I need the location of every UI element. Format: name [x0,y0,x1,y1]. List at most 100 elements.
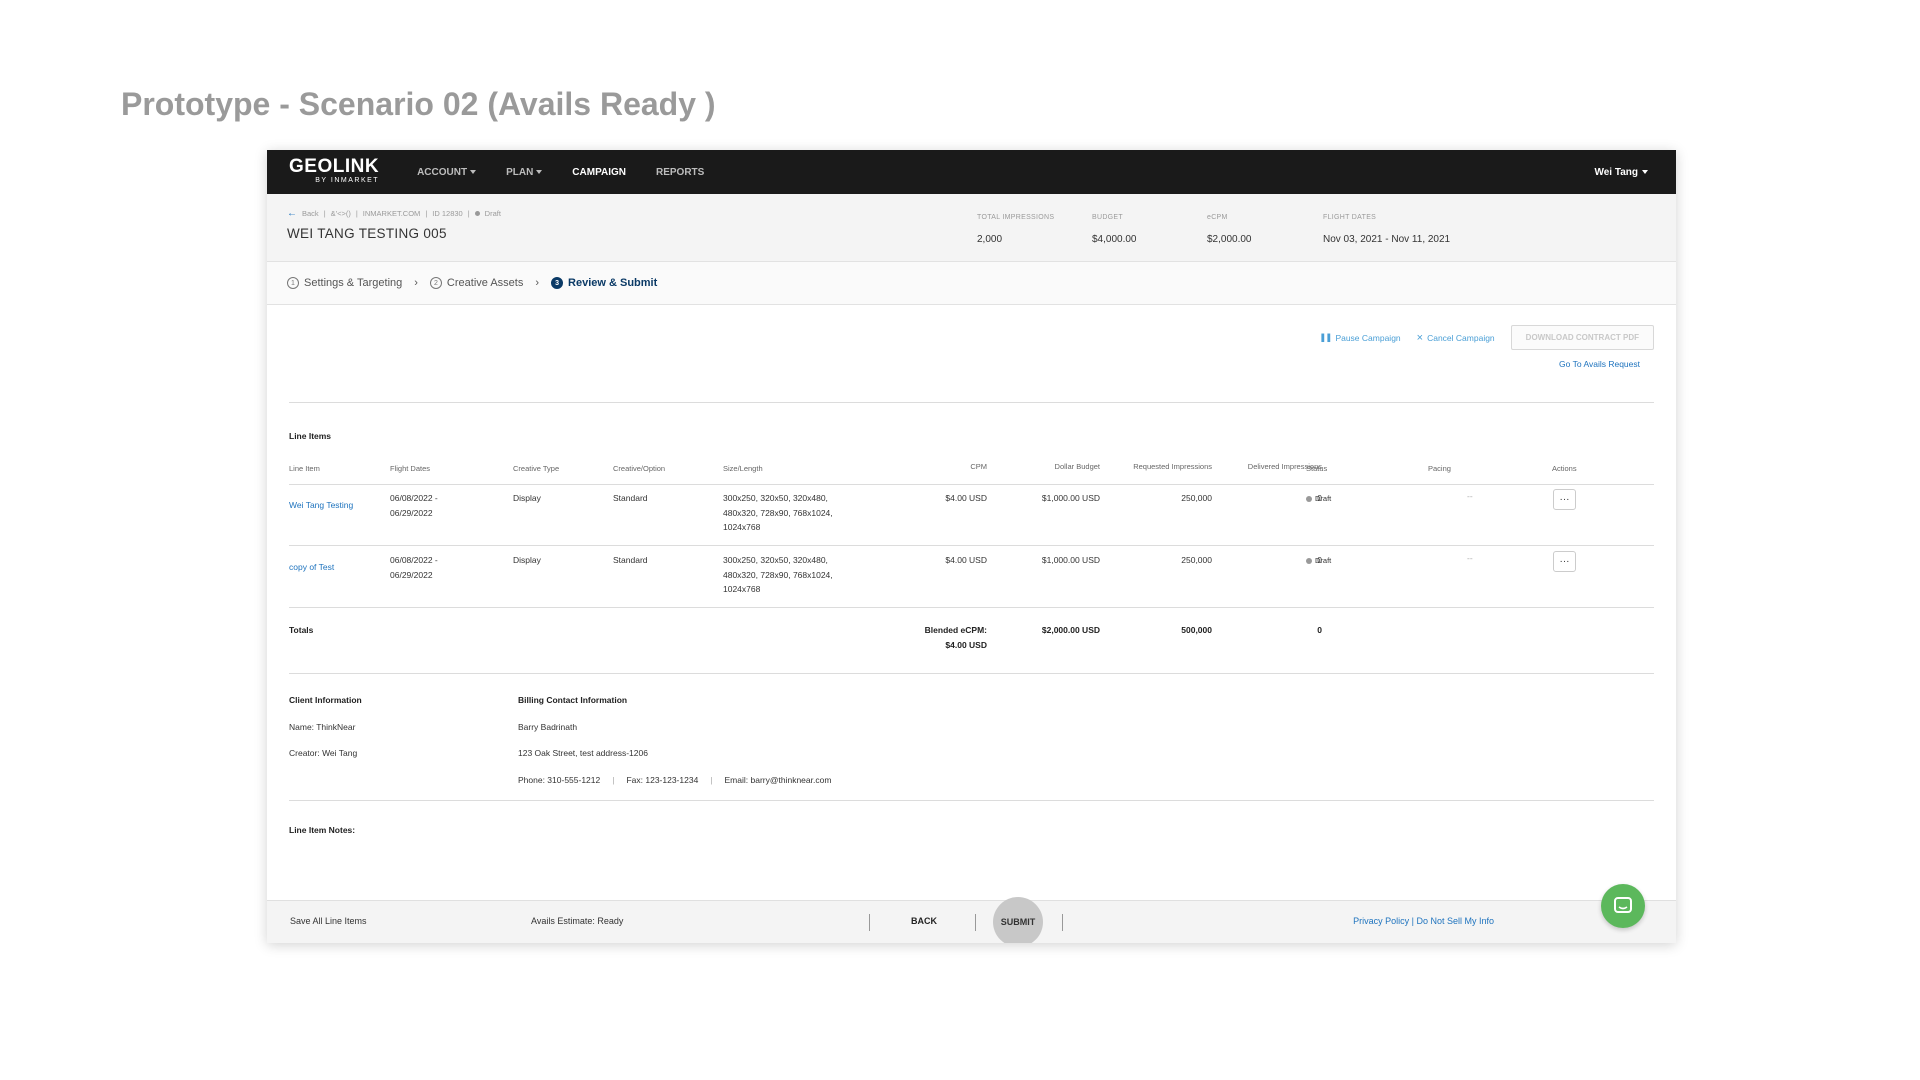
chevron-down-icon [470,170,477,174]
goto-avails-link[interactable]: Go To Avails Request [1559,359,1640,369]
stat-label: eCPM [1207,214,1228,221]
status-label: Draft [1315,494,1332,503]
col-actions: Actions [1552,464,1577,473]
blended-ecpm-value: $4.00 USD [945,639,987,650]
pause-campaign-label: Pause Campaign [1335,332,1401,343]
nav-reports[interactable]: REPORTS [656,167,704,178]
cpm: $4.00 USD [945,555,987,565]
nav-campaign-label: CAMPAIGN [572,166,626,178]
pause-campaign-button[interactable]: ❚❚ Pause Campaign [1319,332,1400,343]
chevron-right-icon: › [535,277,540,289]
chevron-right-icon: › [414,277,418,289]
flight-dates: 06/08/2022 - 06/29/2022 [390,491,438,520]
size-line: 1024x768 [723,522,761,532]
pacing: -- [1467,553,1473,563]
step-review-submit[interactable]: 3 Review & Submit [551,277,657,289]
pacing: -- [1467,491,1473,501]
cancel-campaign-label: Cancel Campaign [1427,332,1495,343]
chevron-down-icon [536,170,543,174]
nav-plan-label: PLAN [506,166,534,178]
creative-option: Standard [613,555,648,565]
col-pacing: Pacing [1428,464,1451,473]
cancel-campaign-button[interactable]: × Cancel Campaign [1417,332,1495,344]
divider [289,484,1654,485]
chevron-down-icon [1642,170,1648,174]
client-name: Name: ThinkNear [289,722,356,732]
chat-icon [1614,897,1632,913]
row-actions-button[interactable]: ··· [1553,551,1576,572]
download-contract-button[interactable]: DOWNLOAD CONTRACT PDF [1510,325,1654,350]
breadcrumb-id: ID 12830 [432,209,463,218]
requested-impressions: 250,000 [1181,493,1212,503]
back-arrow-icon[interactable]: ← [287,208,297,219]
status-dot-icon [1306,558,1312,565]
billing-email: Email: barry@thinknear.com [724,775,832,785]
footer-bar: Save All Line Items Avails Estimate: Rea… [267,897,1676,943]
stat-flight-dates: FLIGHT DATES Nov 03, 2021 - Nov 11, 2021 [1323,214,1450,245]
stat-label: FLIGHT DATES [1323,214,1377,221]
size-length: 300x250, 320x50, 320x480, 480x320, 728x90… [723,553,833,597]
divider [869,914,870,931]
nav-campaign[interactable]: CAMPAIGN [572,167,626,178]
stat-value: Nov 03, 2021 - Nov 11, 2021 [1323,234,1451,245]
step-creative-assets[interactable]: 2 Creative Assets [429,277,524,289]
total-requested: 500,000 [1181,625,1212,635]
line-item-name[interactable]: copy of Test [289,560,334,575]
totals-label: Totals [289,625,314,635]
col-dollar-budget: Dollar Budget [1054,462,1100,471]
privacy-links[interactable]: Privacy Policy | Do Not Sell My Info [1353,916,1494,926]
step-label: Settings & Targeting [304,277,403,289]
status-badge: Draft [1306,492,1331,507]
col-flight-dates: Flight Dates [390,464,431,473]
nav-account[interactable]: ACCOUNT [417,167,477,178]
logo-sub: BY INMARKET [315,177,380,184]
back-button[interactable]: BACK [911,916,937,926]
col-size-length: Size/Length [723,464,763,473]
line-item-name[interactable]: Wei Tang Testing [289,498,353,513]
blended-ecpm: Blended eCPM: $4.00 USD [867,623,987,652]
billing-title: Billing Contact Information [518,695,628,705]
flight-start: 06/08/2022 - [390,555,438,565]
nav-plan[interactable]: PLAN [506,166,543,178]
logo[interactable]: GEOLINK BY INMARKET [289,157,380,186]
campaign-name: WEI TANG TESTING 005 [287,226,447,241]
col-creative-type: Creative Type [513,464,560,473]
requested-impressions: 250,000 [1181,555,1212,565]
breadcrumb: ← Back | &'<>() | INMARKET.COM | ID 12830 | … [287,208,501,219]
col-status: Status [1306,464,1328,473]
flight-end: 06/29/2022 [390,569,433,580]
page-title: Prototype - Scenario 02 (Avails Ready ) [121,86,716,122]
save-all-line-items-button[interactable]: Save All Line Items [290,916,367,926]
step-label: Review & Submit [568,277,658,289]
status-badge: Draft [1306,554,1331,569]
divider [289,545,1654,546]
status-dot-icon [1306,496,1312,503]
flight-dates: 06/08/2022 - 06/29/2022 [390,553,438,582]
step-label: Creative Assets [446,277,524,289]
size-line: 480x320, 728x90, 768x1024, [723,507,833,518]
divider [289,607,1654,608]
app-window: GEOLINK BY INMARKET ACCOUNT PLAN CAMPAIG… [267,150,1676,943]
stat-total-impressions: TOTAL IMPRESSIONS 2,000 [977,214,1054,245]
breadcrumb-back[interactable]: Back [302,209,319,218]
stat-value: 2,000 [977,234,1003,245]
line-item-notes-label: Line Item Notes: [289,825,356,835]
row-actions-button[interactable]: ··· [1553,489,1576,510]
stat-label: BUDGET [1092,214,1123,221]
step-number: 1 [287,277,299,289]
pause-icon: ❚❚ [1319,332,1332,342]
size-line: 300x250, 320x50, 320x480, [723,555,828,565]
billing-phone: Phone: 310-555-1212 [518,775,601,785]
breadcrumb-domain: INMARKET.COM [362,209,421,218]
user-menu[interactable]: Wei Tang [1594,167,1648,178]
divider [289,402,1654,403]
avails-estimate-status: Avails Estimate: Ready [531,916,624,926]
submit-button[interactable]: SUBMIT [993,897,1043,943]
step-settings-targeting[interactable]: 1 Settings & Targeting [287,277,402,289]
chat-launcher-button[interactable] [1601,884,1645,928]
user-name: Wei Tang [1594,166,1638,178]
line-items-title: Line Items [289,431,332,441]
creative-type: Display [513,493,541,503]
flight-start: 06/08/2022 - [390,493,438,503]
stat-value: $2,000.00 [1207,234,1252,245]
